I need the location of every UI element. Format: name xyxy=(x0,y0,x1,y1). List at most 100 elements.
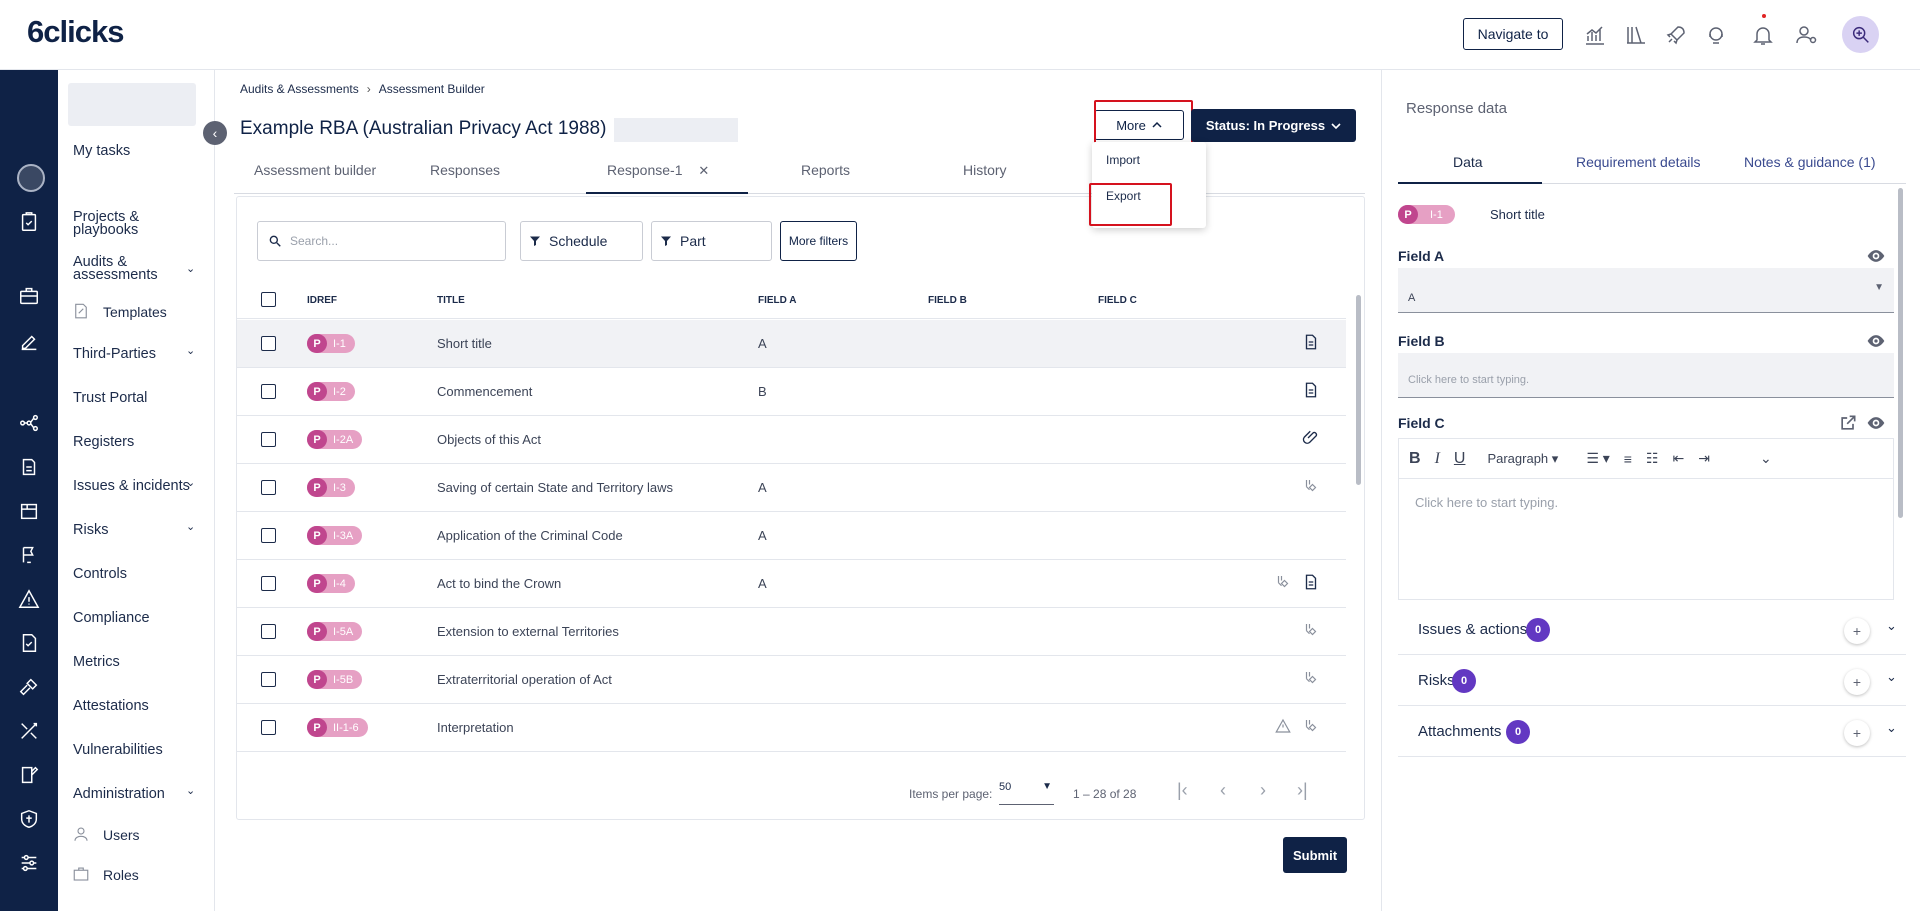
metrics-icon[interactable] xyxy=(15,717,43,745)
sidebar-item-administration[interactable]: Administration xyxy=(73,787,165,802)
briefcase-icon[interactable] xyxy=(15,282,43,310)
trust-portal-icon[interactable] xyxy=(15,453,43,481)
tasks-icon[interactable] xyxy=(15,208,43,236)
align-icon[interactable]: ☰ ▾ xyxy=(1586,450,1609,467)
paperclip-icon[interactable] xyxy=(1302,429,1320,452)
field-b-input[interactable]: Click here to start typing. xyxy=(1398,353,1894,398)
link-control-icon[interactable] xyxy=(1302,477,1320,500)
network-icon[interactable] xyxy=(15,409,43,437)
breadcrumb-audits[interactable]: Audits & Assessments xyxy=(240,82,359,96)
table-row[interactable]: P I-3A Application of the Criminal Code A xyxy=(237,512,1346,560)
row-checkbox[interactable] xyxy=(261,480,276,495)
library-icon[interactable] xyxy=(1621,20,1651,50)
numbered-list-icon[interactable]: ≡ xyxy=(1624,451,1632,467)
underline-button[interactable]: U xyxy=(1454,450,1466,468)
panel-scroll-thumb[interactable] xyxy=(1898,188,1903,518)
link-control-icon[interactable] xyxy=(1302,669,1320,692)
table-row[interactable]: P I-3 Saving of certain State and Territor… xyxy=(237,464,1346,512)
chevron-down-icon[interactable]: ⌄ xyxy=(186,476,195,489)
sidebar-item-roles[interactable]: Roles xyxy=(103,867,139,883)
add-button[interactable]: + xyxy=(1844,618,1870,644)
table-row[interactable]: P I-4 Act to bind the Crown A xyxy=(237,560,1346,608)
warning-icon[interactable] xyxy=(1274,717,1292,740)
eye-icon[interactable] xyxy=(1866,246,1886,266)
submit-button[interactable]: Submit xyxy=(1283,837,1347,873)
header-field-a[interactable]: FIELD A xyxy=(758,295,797,306)
sidebar-item-attestations[interactable]: Attestations xyxy=(73,699,149,714)
header-title[interactable]: TITLE xyxy=(437,295,465,306)
chevron-down-icon[interactable]: ⌄ xyxy=(186,344,195,357)
registers-icon[interactable] xyxy=(15,497,43,525)
chevron-down-icon[interactable]: ⌄ xyxy=(1886,720,1897,736)
row-checkbox[interactable] xyxy=(261,384,276,399)
collapse-sidebar-button[interactable]: ‹ xyxy=(203,121,227,145)
row-checkbox[interactable] xyxy=(261,336,276,351)
link-control-icon[interactable] xyxy=(1274,573,1292,596)
table-row[interactable]: P I-5A Extension to external Territories xyxy=(237,608,1346,656)
schedule-filter[interactable]: Schedule xyxy=(520,221,643,261)
bold-button[interactable]: B xyxy=(1409,450,1421,468)
tab-notes-guidance[interactable]: Notes & guidance (1) xyxy=(1744,154,1876,170)
menu-item-export[interactable]: Export xyxy=(1106,189,1141,203)
sliders-icon[interactable] xyxy=(15,849,43,877)
analytics-icon[interactable] xyxy=(1580,20,1610,50)
chevron-down-icon[interactable]: ⌄ xyxy=(186,262,195,275)
chevron-down-icon[interactable]: ⌄ xyxy=(186,784,195,797)
breadcrumb-assessment-builder[interactable]: Assessment Builder xyxy=(379,82,485,96)
sidebar-item-audits-line2[interactable]: assessments xyxy=(73,268,158,283)
italic-button[interactable]: I xyxy=(1435,450,1440,468)
bullet-list-icon[interactable]: ☷ xyxy=(1646,450,1659,467)
rocket-icon[interactable] xyxy=(1661,20,1691,50)
app-logo[interactable]: 6clicks xyxy=(27,14,124,50)
document-icon[interactable] xyxy=(1302,573,1320,596)
tab-assessment-builder[interactable]: Assessment builder xyxy=(254,162,376,178)
link-control-icon[interactable] xyxy=(1302,621,1320,644)
bell-icon[interactable] xyxy=(1748,20,1778,50)
table-row[interactable]: P I-2A Objects of this Act xyxy=(237,416,1346,464)
header-field-c[interactable]: FIELD C xyxy=(1098,295,1137,306)
edit-icon[interactable] xyxy=(15,328,43,356)
sidebar-item-trust-portal[interactable]: Trust Portal xyxy=(73,391,147,406)
eye-icon[interactable] xyxy=(1866,413,1886,433)
sidebar-item-registers[interactable]: Registers xyxy=(73,435,134,450)
tab-response-1[interactable]: Response-1 ✕ xyxy=(607,162,709,179)
tab-requirement-details[interactable]: Requirement details xyxy=(1576,154,1701,170)
sidebar-item-templates[interactable]: Templates xyxy=(103,304,167,320)
more-filters-button[interactable]: More filters xyxy=(780,221,857,261)
menu-item-import[interactable]: Import xyxy=(1106,153,1140,167)
tab-responses[interactable]: Responses xyxy=(430,162,500,178)
header-idref[interactable]: IDREF xyxy=(307,295,337,306)
first-page-button[interactable]: |‹ xyxy=(1177,780,1188,801)
add-button[interactable]: + xyxy=(1844,669,1870,695)
shield-icon[interactable] xyxy=(15,805,43,833)
chevron-down-icon[interactable]: ⌄ xyxy=(1886,669,1897,685)
navigate-to-button[interactable]: Navigate to xyxy=(1463,18,1563,50)
table-scroll-thumb[interactable] xyxy=(1356,295,1361,485)
accordion-risks[interactable]: Risks 0 + ⌄ xyxy=(1398,655,1906,706)
sidebar-item-issues[interactable]: Issues & incidents xyxy=(73,479,190,494)
link-control-icon[interactable] xyxy=(1302,717,1320,740)
eye-icon[interactable] xyxy=(1866,331,1886,351)
row-checkbox[interactable] xyxy=(261,432,276,447)
sidebar-item-controls[interactable]: Controls xyxy=(73,567,127,582)
tab-history[interactable]: History xyxy=(963,162,1007,178)
sidebar-item-metrics[interactable]: Metrics xyxy=(73,655,120,670)
user-avatar[interactable] xyxy=(1842,16,1879,53)
sidebar-item-risks[interactable]: Risks xyxy=(73,523,108,538)
tab-data[interactable]: Data xyxy=(1453,154,1483,170)
table-row[interactable]: P I-2 Commencement B xyxy=(237,368,1346,416)
prev-page-button[interactable]: ‹ xyxy=(1220,780,1226,801)
accordion-issues-actions[interactable]: Issues & actions 0 + ⌄ xyxy=(1398,604,1906,655)
field-c-editor[interactable]: Click here to start typing. xyxy=(1398,478,1894,600)
row-checkbox[interactable] xyxy=(261,576,276,591)
sidebar-item-compliance[interactable]: Compliance xyxy=(73,611,150,626)
add-button[interactable]: + xyxy=(1844,720,1870,746)
table-row[interactable]: P I-5B Extraterritorial operation of Act xyxy=(237,656,1346,704)
more-button[interactable]: More xyxy=(1094,110,1184,140)
paragraph-select[interactable]: Paragraph ▾ xyxy=(1487,451,1558,467)
controls-icon[interactable] xyxy=(15,629,43,657)
close-icon[interactable]: ✕ xyxy=(698,163,709,178)
row-checkbox[interactable] xyxy=(261,624,276,639)
sidebar-item-third-parties[interactable]: Third-Parties xyxy=(73,347,156,362)
indent-icon[interactable]: ⇥ xyxy=(1698,450,1710,467)
